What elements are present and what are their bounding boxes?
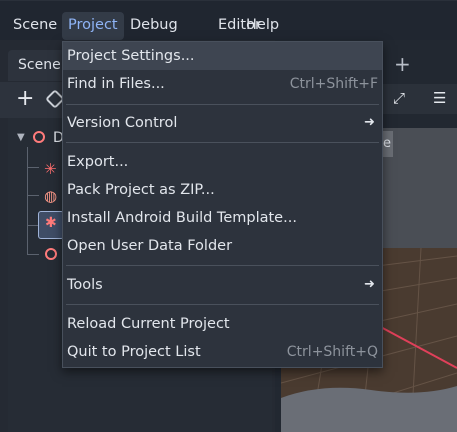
menu-item-label: Quit to Project List bbox=[67, 344, 201, 360]
add-tab-icon[interactable]: + bbox=[394, 54, 411, 74]
menu-item-tools[interactable] bbox=[62, 271, 383, 299]
world-environment-icon[interactable]: ◍ bbox=[44, 187, 57, 205]
character-icon: ✱ bbox=[45, 215, 57, 231]
menu-separator bbox=[66, 104, 379, 105]
shortcut-label: Ctrl+Shift+F bbox=[289, 76, 378, 92]
menu-item-label: Version Control bbox=[67, 115, 178, 131]
menu-separator bbox=[66, 142, 379, 143]
chevron-down-icon[interactable]: ▼ bbox=[17, 132, 25, 143]
menu-item-label: Project Settings... bbox=[67, 48, 195, 64]
menu-debug[interactable]: Debug bbox=[124, 11, 184, 39]
list-icon[interactable]: ☰ bbox=[433, 89, 446, 107]
tree-connector bbox=[27, 254, 39, 255]
fullscreen-icon[interactable]: ⤢ bbox=[393, 89, 409, 107]
menu-item-label: Install Android Build Template... bbox=[67, 210, 297, 226]
submenu-arrow-icon: ➜ bbox=[364, 277, 375, 292]
node-icon-root bbox=[33, 131, 45, 143]
menu-help[interactable]: Help bbox=[240, 11, 285, 39]
shortcut-label: Ctrl+Shift+Q bbox=[286, 344, 378, 360]
menu-item-label: Tools bbox=[67, 277, 103, 293]
tree-connector bbox=[27, 167, 39, 168]
menu-project[interactable]: Project bbox=[62, 12, 124, 40]
menu-item-label: Find in Files... bbox=[67, 76, 165, 92]
tab-scene-label: Scene bbox=[18, 57, 61, 73]
menu-scene[interactable]: Scene bbox=[7, 11, 63, 39]
menu-item-label: Pack Project as ZIP... bbox=[67, 182, 215, 198]
menu-separator bbox=[66, 265, 379, 266]
light-icon[interactable]: ✳ bbox=[44, 160, 57, 178]
add-node-icon[interactable]: + bbox=[16, 88, 34, 110]
node-icon[interactable] bbox=[45, 248, 57, 260]
menu-item-label: Reload Current Project bbox=[67, 316, 230, 332]
tree-connector bbox=[27, 195, 39, 196]
submenu-arrow-icon: ➜ bbox=[364, 115, 375, 130]
menu-item-label: Open User Data Folder bbox=[67, 238, 233, 254]
menu-separator bbox=[66, 304, 379, 305]
tree-connector bbox=[27, 147, 28, 255]
menu-item-label: Export... bbox=[67, 154, 129, 170]
